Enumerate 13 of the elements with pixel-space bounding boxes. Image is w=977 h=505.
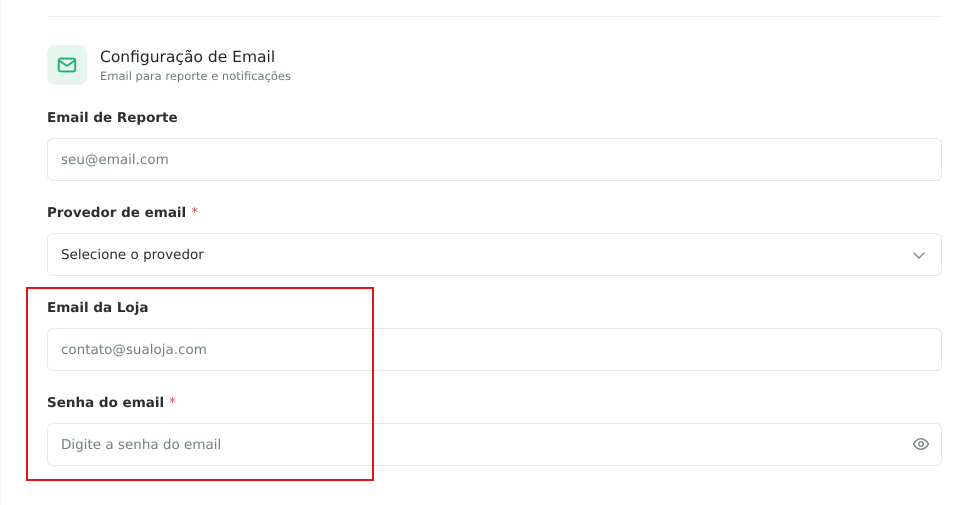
required-mark: *	[169, 394, 176, 413]
eye-icon[interactable]	[912, 435, 930, 453]
required-mark: *	[191, 204, 198, 223]
password-field[interactable]: Digite a senha do email	[47, 423, 942, 466]
input-field[interactable]: seu@email.com	[47, 138, 942, 181]
section-title: Configuração de Email	[100, 47, 276, 68]
field-label: Email da Loja	[47, 299, 148, 318]
field-label: Email de Reporte	[47, 109, 178, 128]
provider-select[interactable]: Selecione o provedor	[47, 233, 942, 276]
input-field[interactable]: contato@sualoja.com	[47, 328, 942, 371]
field-label: Senha do email	[47, 394, 164, 413]
field-label: Provedor de email	[47, 204, 186, 223]
section-subtitle: Email para reporte e notificações	[100, 68, 291, 84]
